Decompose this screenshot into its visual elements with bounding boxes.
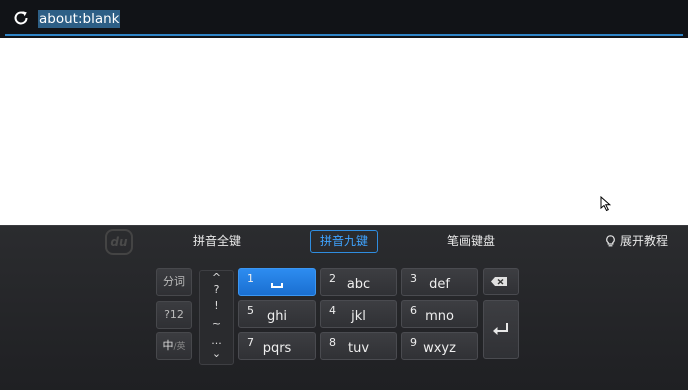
screen: about:blank du 拼音全键 拼音九键 笔画键盘 展开教程 分词 ?1… (0, 0, 688, 390)
key-letters: wxyz (423, 341, 456, 356)
backspace-button[interactable] (483, 268, 519, 295)
language-switch-key[interactable]: 中/英 (156, 332, 192, 360)
page-content[interactable] (0, 38, 688, 225)
address-bar: about:blank (0, 0, 688, 38)
key-number: 1 (247, 272, 254, 285)
punctuation-scroll-down[interactable]: ⌄ (200, 348, 233, 360)
key-letters: abc (346, 277, 371, 292)
key-letters: def (429, 277, 450, 292)
enter-button[interactable] (483, 300, 519, 359)
key-1-space[interactable]: 1 (238, 268, 316, 296)
space-icon (271, 283, 283, 288)
mouse-pointer-icon (600, 196, 612, 212)
key-letters: tuv (347, 341, 370, 356)
lightbulb-icon (606, 235, 615, 247)
url-text[interactable]: about:blank (38, 10, 121, 28)
backspace-icon (491, 277, 507, 286)
key-letters: ghi (266, 309, 288, 324)
punctuation-item[interactable]: ? (200, 284, 233, 296)
punctuation-item[interactable]: ... (200, 335, 233, 347)
mode-pinyin-full[interactable]: 拼音全键 (193, 233, 241, 249)
tutorial-label: 展开教程 (620, 234, 669, 248)
key-8-tuv[interactable]: 8 tuv (320, 332, 397, 360)
key-9-wxyz[interactable]: 9 wxyz (401, 332, 478, 360)
key-5-ghi[interactable]: 5 ghi (238, 300, 316, 328)
key-2-abc[interactable]: 2 abc (320, 268, 397, 296)
key-7-pqrs[interactable]: 7 pqrs (238, 332, 316, 360)
ime-keyboard: du 拼音全键 拼音九键 笔画键盘 展开教程 分词 ?12 中/英 ^ ? ! … (0, 225, 688, 390)
baidu-input-logo[interactable]: du (105, 229, 133, 255)
key-4-jkl[interactable]: 4 jkl (320, 300, 397, 328)
punctuation-item[interactable]: ~ (200, 318, 233, 330)
enter-icon (493, 323, 508, 335)
language-main-label: 中 (162, 339, 174, 352)
language-sub-label: /英 (173, 342, 186, 352)
key-letters: jkl (351, 309, 366, 324)
segment-key[interactable]: 分词 (156, 268, 192, 296)
mode-stroke[interactable]: 笔画键盘 (447, 233, 495, 249)
punctuation-item[interactable]: ! (200, 300, 233, 312)
punctuation-list[interactable]: ^ ? ! ~ ... ⌄ (199, 270, 234, 365)
keyboard-mode-bar: du 拼音全键 拼音九键 笔画键盘 展开教程 (0, 226, 688, 258)
key-letters: mno (425, 309, 454, 324)
tutorial-button[interactable]: 展开教程 (605, 233, 668, 249)
symbols-key[interactable]: ?12 (156, 301, 192, 329)
mode-pinyin-nine[interactable]: 拼音九键 (310, 230, 378, 253)
url-field[interactable]: about:blank (5, 2, 683, 36)
key-3-def[interactable]: 3 def (401, 268, 478, 296)
key-6-mno[interactable]: 6 mno (401, 300, 478, 328)
key-letters: pqrs (262, 341, 292, 356)
